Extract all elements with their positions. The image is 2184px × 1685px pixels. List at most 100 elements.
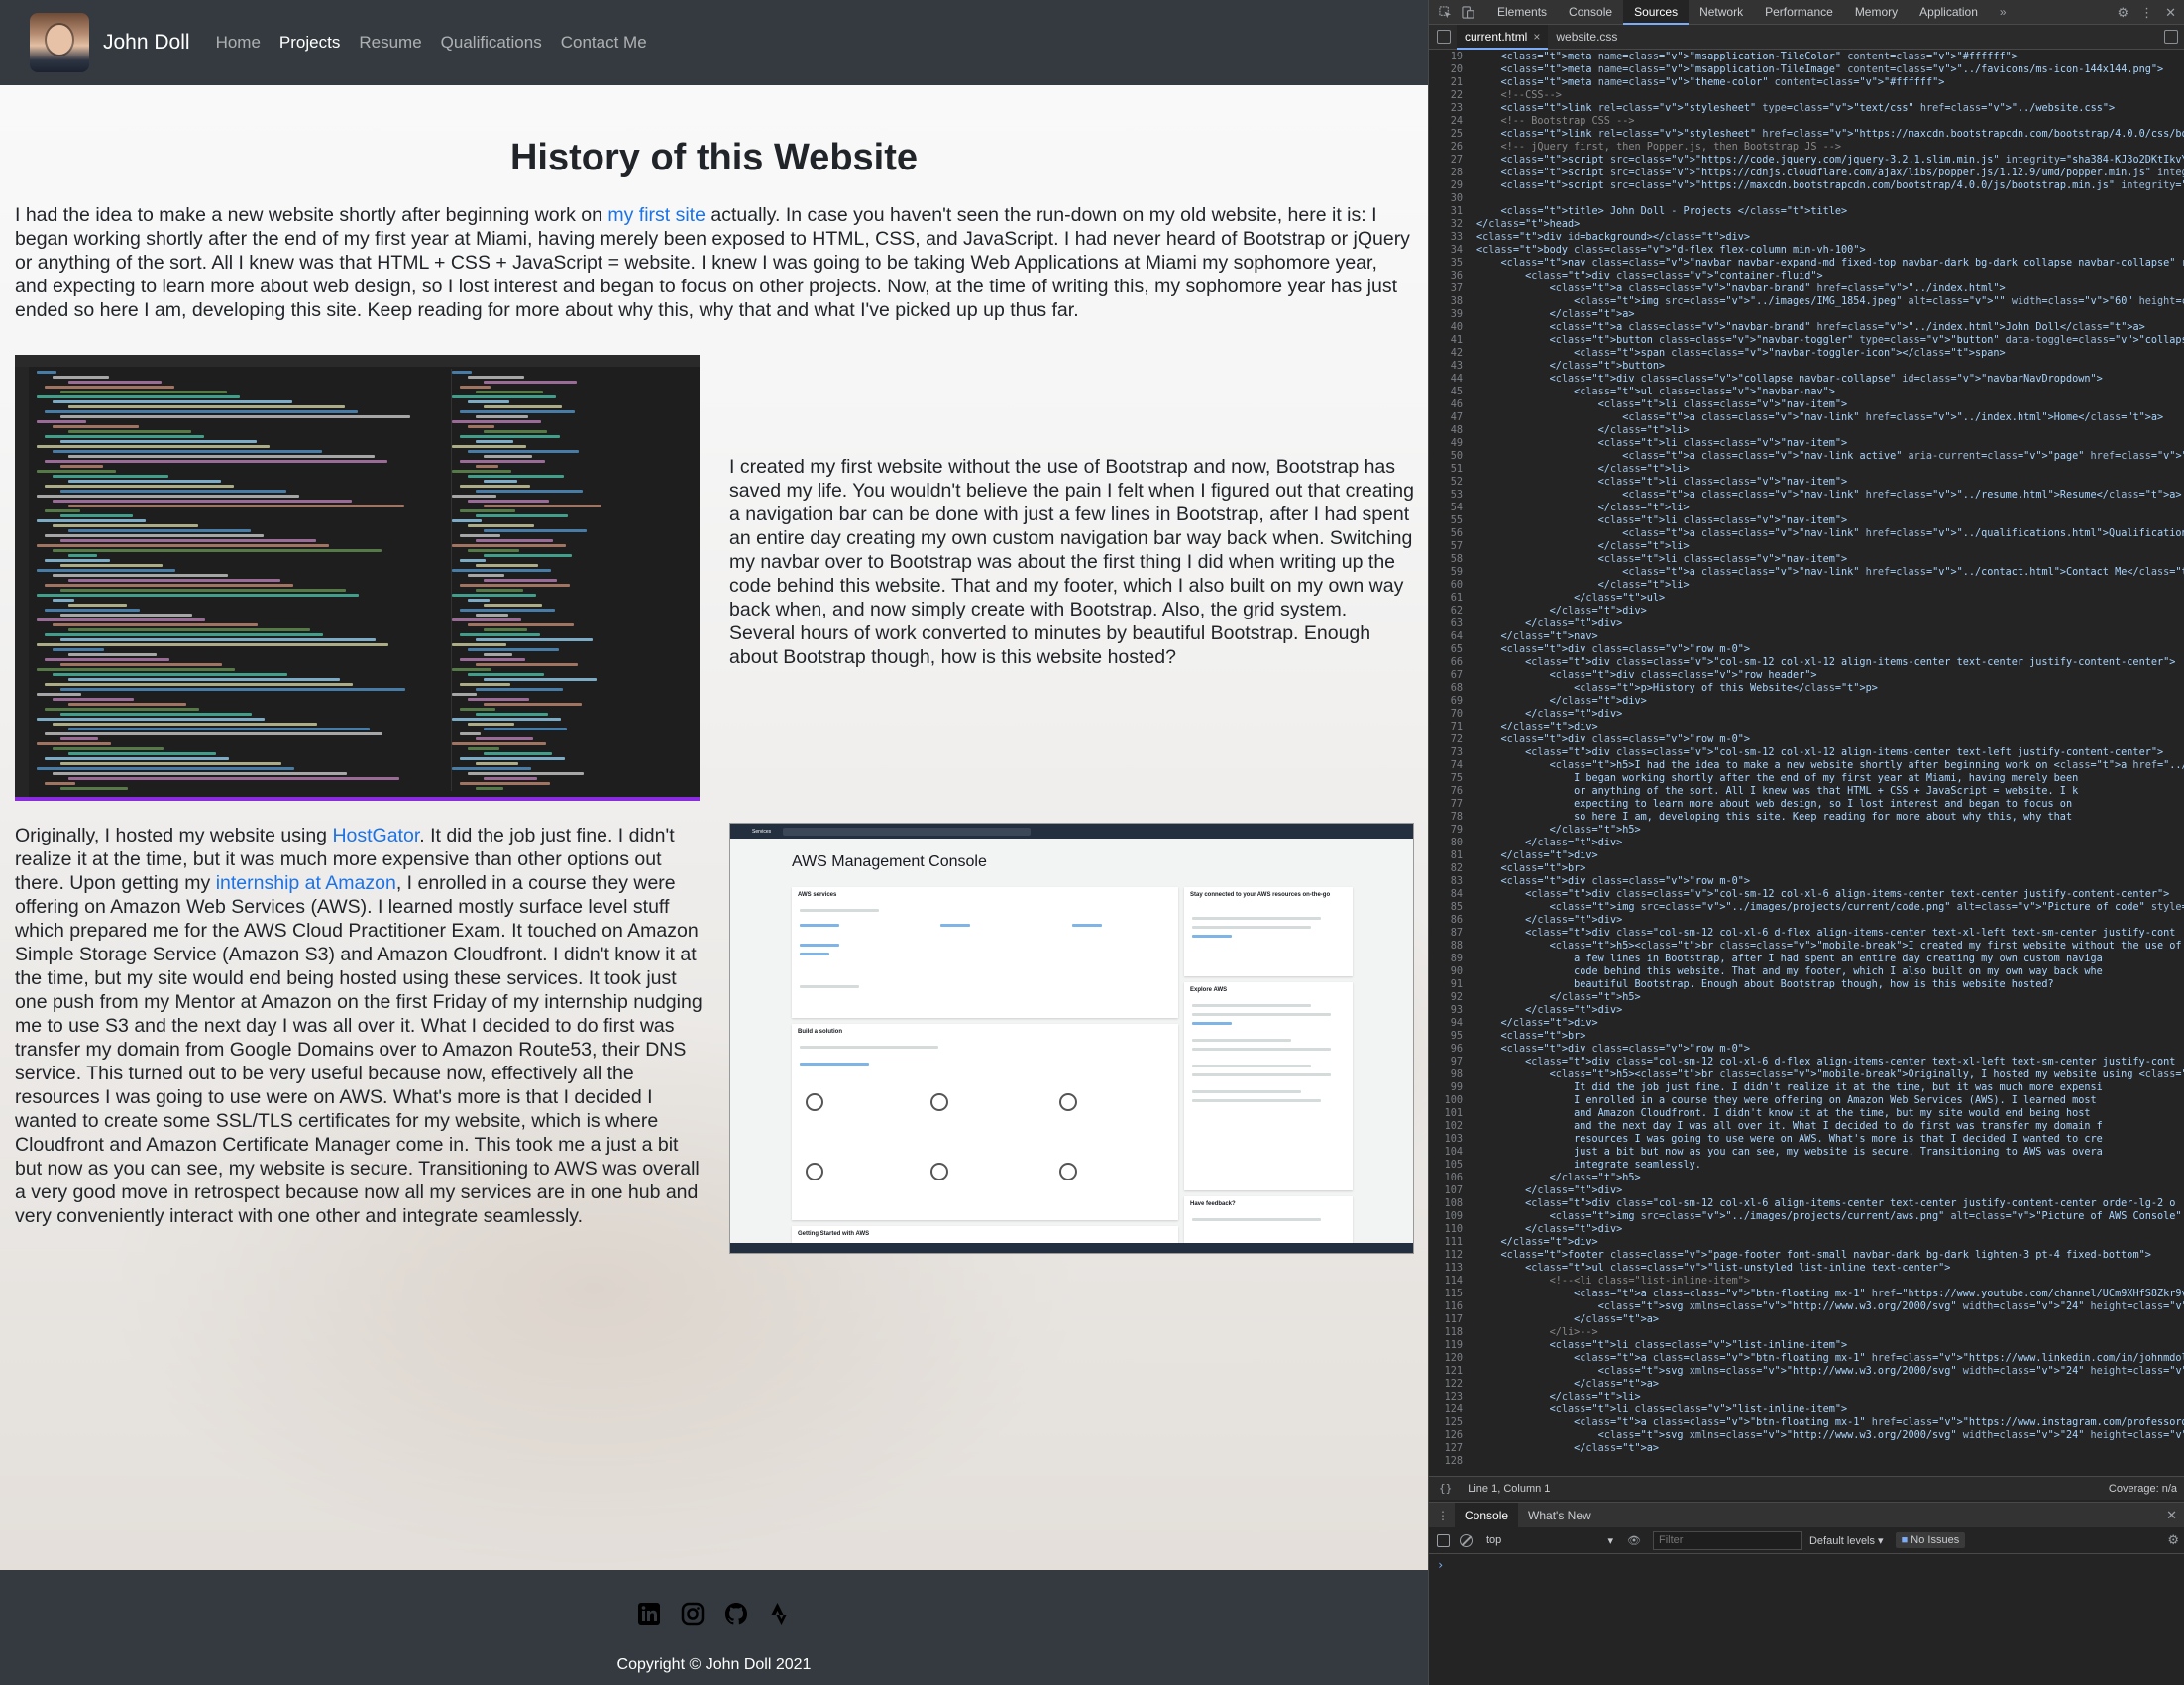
code-line[interactable]: 70 </class="t">div> xyxy=(1429,708,2184,721)
line-number[interactable]: 90 xyxy=(1429,965,1476,978)
code-line[interactable]: 89 a few lines in Bootstrap, after I had… xyxy=(1429,953,2184,965)
line-number[interactable]: 59 xyxy=(1429,566,1476,579)
code-line[interactable]: 106 </class="t">h5> xyxy=(1429,1172,2184,1184)
code-line[interactable]: 68 <class="t">p>History of this Website<… xyxy=(1429,682,2184,695)
drawer-tab-whats-new[interactable]: What's New xyxy=(1518,1503,1601,1528)
code-editor[interactable]: 19 <class="t">meta name=class="v">"msapp… xyxy=(1429,51,2184,1472)
code-line[interactable]: 123 </class="t">li> xyxy=(1429,1391,2184,1404)
code-line[interactable]: 103 resources I was going to use were on… xyxy=(1429,1133,2184,1146)
code-line[interactable]: 95 <class="t">br> xyxy=(1429,1030,2184,1043)
code-line[interactable]: 45 <class="t">ul class=class="v">"navbar… xyxy=(1429,386,2184,398)
code-line[interactable]: 48 </class="t">li> xyxy=(1429,424,2184,437)
code-line[interactable]: 118 </li>--> xyxy=(1429,1326,2184,1339)
toggle-navigator-icon[interactable] xyxy=(1437,30,1451,44)
line-number[interactable]: 27 xyxy=(1429,154,1476,167)
code-line[interactable]: 37 <class="t">a class=class="v">"navbar-… xyxy=(1429,282,2184,295)
code-line[interactable]: 81 </class="t">div> xyxy=(1429,849,2184,862)
line-number[interactable]: 40 xyxy=(1429,321,1476,334)
github-icon[interactable] xyxy=(724,1602,748,1626)
line-number[interactable]: 52 xyxy=(1429,476,1476,489)
line-number[interactable]: 86 xyxy=(1429,914,1476,927)
line-number[interactable]: 58 xyxy=(1429,553,1476,566)
hostgator-link[interactable]: HostGator xyxy=(332,825,419,846)
line-number[interactable]: 125 xyxy=(1429,1416,1476,1429)
line-number[interactable]: 60 xyxy=(1429,579,1476,592)
code-line[interactable]: 99 It did the job just fine. I didn't re… xyxy=(1429,1081,2184,1094)
tab-elements[interactable]: Elements xyxy=(1486,0,1558,25)
line-number[interactable]: 97 xyxy=(1429,1056,1476,1068)
code-line[interactable]: 52 <class="t">li class=class="v">"nav-it… xyxy=(1429,476,2184,489)
line-number[interactable]: 23 xyxy=(1429,102,1476,115)
nav-link-resume[interactable]: Resume xyxy=(359,33,421,53)
code-line[interactable]: 58 <class="t">li class=class="v">"nav-it… xyxy=(1429,553,2184,566)
line-number[interactable]: 50 xyxy=(1429,450,1476,463)
code-line[interactable]: 39 </class="t">a> xyxy=(1429,308,2184,321)
line-number[interactable]: 95 xyxy=(1429,1030,1476,1043)
line-number[interactable]: 112 xyxy=(1429,1249,1476,1262)
line-number[interactable]: 37 xyxy=(1429,282,1476,295)
code-line[interactable]: 33 <class="t">div id=background></class="… xyxy=(1429,231,2184,244)
code-line[interactable]: 38 <class="t">img src=class="v">"../imag… xyxy=(1429,295,2184,308)
line-number[interactable]: 20 xyxy=(1429,63,1476,76)
line-number[interactable]: 22 xyxy=(1429,89,1476,102)
line-number[interactable]: 115 xyxy=(1429,1288,1476,1300)
line-number[interactable]: 44 xyxy=(1429,373,1476,386)
drawer-menu-icon[interactable]: ⋮ xyxy=(1437,1509,1449,1522)
code-line[interactable]: 86 </class="t">div> xyxy=(1429,914,2184,927)
settings-gear-icon[interactable]: ⚙ xyxy=(2117,5,2129,21)
code-line[interactable]: 87 <class="t">div class="col-sm-12 col-x… xyxy=(1429,927,2184,940)
line-number[interactable]: 127 xyxy=(1429,1442,1476,1455)
code-line[interactable]: 120 <class="t">a class=class="v">"btn-fl… xyxy=(1429,1352,2184,1365)
close-drawer-icon[interactable]: ✕ xyxy=(2166,1508,2177,1523)
strava-icon[interactable] xyxy=(768,1602,792,1626)
code-line[interactable]: 50 <class="t">a class=class="v">"nav-lin… xyxy=(1429,450,2184,463)
line-number[interactable]: 70 xyxy=(1429,708,1476,721)
code-line[interactable]: 32 </class="t">head> xyxy=(1429,218,2184,231)
line-number[interactable]: 121 xyxy=(1429,1365,1476,1378)
code-line[interactable]: 51 </class="t">li> xyxy=(1429,463,2184,476)
line-number[interactable]: 75 xyxy=(1429,772,1476,785)
nav-link-qualifications[interactable]: Qualifications xyxy=(441,33,542,53)
code-line[interactable]: 47 <class="t">a class=class="v">"nav-lin… xyxy=(1429,411,2184,424)
line-number[interactable]: 62 xyxy=(1429,605,1476,618)
code-line[interactable]: 90 code behind this website. That and my… xyxy=(1429,965,2184,978)
code-line[interactable]: 121 <class="t">svg xmlns=class="v">"http… xyxy=(1429,1365,2184,1378)
device-toolbar-icon[interactable] xyxy=(1462,5,1474,19)
tab-sources[interactable]: Sources xyxy=(1623,0,1690,25)
code-line[interactable]: 53 <class="t">a class=class="v">"nav-lin… xyxy=(1429,489,2184,502)
code-line[interactable]: 65 <class="t">div class=class="v">"row m… xyxy=(1429,643,2184,656)
line-number[interactable]: 71 xyxy=(1429,721,1476,733)
line-number[interactable]: 116 xyxy=(1429,1300,1476,1313)
code-line[interactable]: 64 </class="t">nav> xyxy=(1429,630,2184,643)
line-number[interactable]: 107 xyxy=(1429,1184,1476,1197)
code-line[interactable]: 21 <class="t">meta name=class="v">"theme… xyxy=(1429,76,2184,89)
code-line[interactable]: 92 </class="t">h5> xyxy=(1429,991,2184,1004)
file-tab-current-html[interactable]: current.html × xyxy=(1457,24,1549,50)
code-line[interactable]: 128 xyxy=(1429,1455,2184,1468)
code-line[interactable]: 80 </class="t">div> xyxy=(1429,837,2184,849)
line-number[interactable]: 73 xyxy=(1429,746,1476,759)
code-line[interactable]: 84 <class="t">div class=class="v">"col-s… xyxy=(1429,888,2184,901)
line-number[interactable]: 105 xyxy=(1429,1159,1476,1172)
line-number[interactable]: 19 xyxy=(1429,51,1476,63)
line-number[interactable]: 39 xyxy=(1429,308,1476,321)
code-line[interactable]: 20 <class="t">meta name=class="v">"msapp… xyxy=(1429,63,2184,76)
code-line[interactable]: 26 <!-- jQuery first, then Popper.js, th… xyxy=(1429,141,2184,154)
code-line[interactable]: 108 <class="t">div class="col-sm-12 col-… xyxy=(1429,1197,2184,1210)
code-line[interactable]: 36 <class="t">div class=class="v">"conta… xyxy=(1429,270,2184,282)
clear-console-icon[interactable] xyxy=(1460,1533,1473,1547)
code-line[interactable]: 94 </class="t">div> xyxy=(1429,1017,2184,1030)
line-number[interactable]: 83 xyxy=(1429,875,1476,888)
context-selector[interactable]: top ▾ xyxy=(1486,1534,1613,1547)
code-line[interactable]: 19 <class="t">meta name=class="v">"msapp… xyxy=(1429,51,2184,63)
code-line[interactable]: 105 integrate seamlessly. xyxy=(1429,1159,2184,1172)
code-line[interactable]: 110 </class="t">div> xyxy=(1429,1223,2184,1236)
line-number[interactable]: 77 xyxy=(1429,798,1476,811)
code-line[interactable]: 30 xyxy=(1429,192,2184,205)
code-line[interactable]: 60 </class="t">li> xyxy=(1429,579,2184,592)
line-number[interactable]: 79 xyxy=(1429,824,1476,837)
code-line[interactable]: 23 <class="t">link rel=class="v">"styles… xyxy=(1429,102,2184,115)
line-number[interactable]: 117 xyxy=(1429,1313,1476,1326)
code-line[interactable]: 59 <class="t">a class=class="v">"nav-lin… xyxy=(1429,566,2184,579)
code-line[interactable]: 83 <class="t">div class=class="v">"row m… xyxy=(1429,875,2184,888)
